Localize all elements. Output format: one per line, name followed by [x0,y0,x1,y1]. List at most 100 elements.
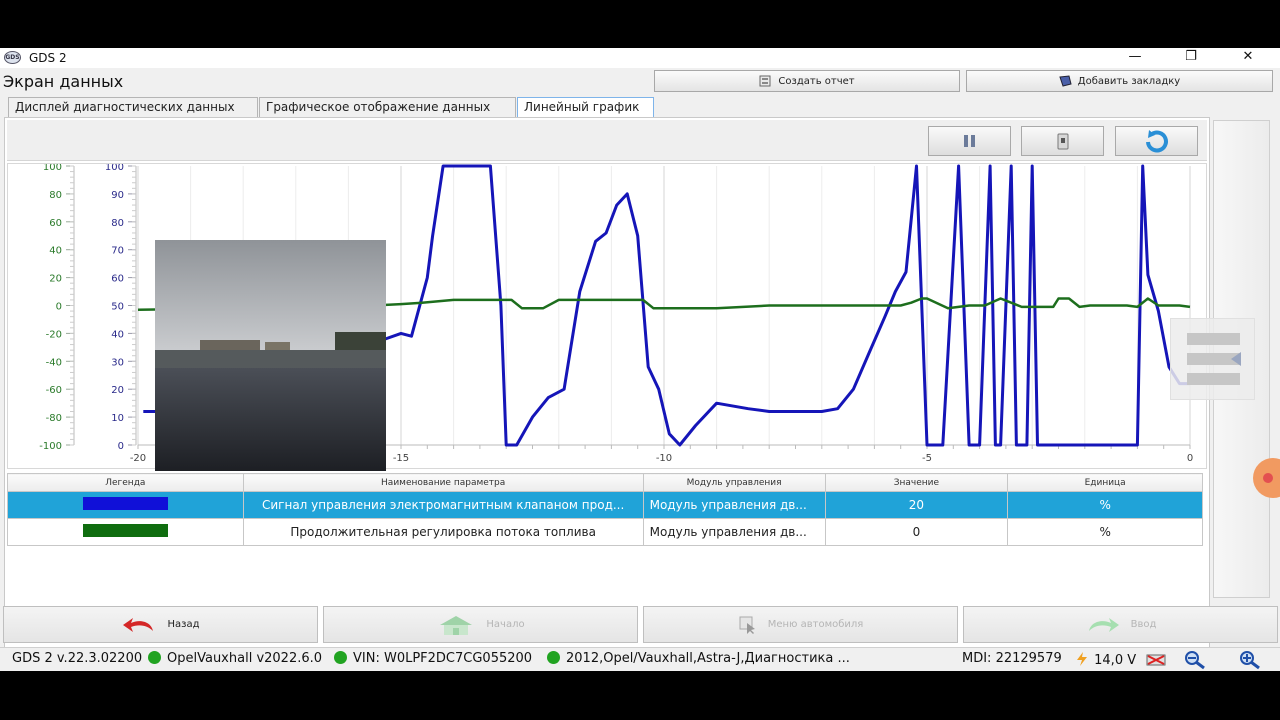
col-header-parameter: Наименование параметра [242,473,644,492]
module-name: Модуль управления дв... [642,518,826,546]
y-axis-blue-tick-label: 10 [111,413,124,424]
home-button[interactable]: Начало [323,606,638,643]
vehicle-description: 2012,Opel/Vauxhall,Astra-J,Диагностика .… [566,651,850,666]
vehicle-menu-label: Меню автомобиля [767,619,864,630]
back-button[interactable]: Назад [3,606,318,643]
menu-cursor-icon [739,616,755,634]
parameter-name: Продолжительная регулировка потока топли… [242,518,644,546]
vin-status: VIN: W0LPF2DC7CG055200 [334,651,532,666]
legend-swatch-blue [82,497,168,510]
graph-toolbar [7,120,1207,161]
legend-cell [7,518,244,546]
zoom-out-icon[interactable] [1183,650,1207,670]
status-ok-icon [148,651,161,664]
y-axis-blue-tick-label: 20 [111,385,124,396]
parameter-value: 20 [824,491,1009,519]
x-axis-tick-label: -10 [656,453,672,464]
title-bar: GDS GDS 2 — ❐ ✕ [0,48,1280,68]
enter-button[interactable]: Ввод [963,606,1278,643]
enter-label: Ввод [1130,619,1157,630]
status-ok-icon [334,651,347,664]
connection-icon[interactable] [1146,653,1166,667]
y-axis-left-tick-label: 40 [49,246,62,257]
col-header-module: Модуль управления [642,473,826,492]
y-axis-blue-tick-label: 60 [111,274,124,285]
parameter-unit: % [1007,491,1203,519]
parameter-value: 0 [824,518,1009,546]
record-button[interactable] [1021,126,1104,156]
y-axis-blue-tick-label: 0 [118,441,124,452]
record-icon [1057,133,1068,150]
add-bookmark-label: Добавить закладку [1077,75,1181,87]
x-axis-tick-label: -20 [130,453,146,464]
y-axis-left-tick-label: -80 [46,413,62,424]
add-bookmark-button[interactable]: Добавить закладку [966,70,1273,92]
tab-line-graph[interactable]: Линейный график [517,97,654,118]
minimize-button[interactable]: — [1112,48,1158,68]
y-axis-left-tick-label: -40 [46,357,62,368]
camera-video-overlay [155,240,386,471]
voltage-status: 14,0 V [1074,651,1136,668]
voltage-value: 14,0 V [1094,653,1137,668]
gds-logo-icon: GDS [4,51,21,64]
refresh-button[interactable] [1115,126,1198,156]
status-ok-icon [547,651,560,664]
y-axis-left-tick-label: 80 [49,190,62,201]
back-label: Назад [167,619,200,630]
vehicle-status: 2012,Opel/Vauxhall,Astra-J,Диагностика .… [547,651,850,666]
opel-version: OpelVauxhall v2022.6.0 [167,651,323,666]
home-icon [440,615,473,635]
parameter-table: Легенда Наименование параметра Модуль уп… [7,473,1203,546]
enter-arrow-icon [1088,617,1119,632]
pause-button[interactable] [928,126,1011,156]
vehicle-menu-button[interactable]: Меню автомобиля [643,606,958,643]
parameter-name: Сигнал управления электромагнитным клапа… [242,491,644,519]
y-axis-left-tick-label: -100 [39,441,62,452]
x-axis-tick-label: -5 [922,453,932,464]
collapse-arrow-icon [1231,352,1241,366]
y-axis-left-tick-label: 60 [49,218,62,229]
side-menu-handle[interactable] [1170,318,1255,400]
col-header-unit: Единица [1007,473,1203,492]
table-row[interactable]: Продолжительная регулировка потока топли… [7,518,1203,546]
close-button[interactable]: ✕ [1225,48,1271,68]
x-axis-tick-label: -15 [393,453,409,464]
parameter-unit: % [1007,518,1203,546]
vin-value: VIN: W0LPF2DC7CG055200 [353,651,533,666]
restore-button[interactable]: ❐ [1168,48,1214,68]
home-label: Начало [486,619,525,630]
legend-cell [7,491,244,519]
legend-swatch-green [82,524,168,537]
screen-title: Экран данных [3,72,124,91]
col-header-legend: Легенда [7,473,244,492]
pause-icon [963,135,975,147]
table-row[interactable]: Сигнал управления электромагнитным клапа… [7,491,1203,519]
tab-diagnostic-data-display[interactable]: Дисплей диагностических данных [8,97,258,117]
y-axis-blue-tick-label: 40 [111,329,124,340]
y-axis-left-tick-label: 20 [49,274,62,285]
app-version: GDS 2 v.22.3.02200 [12,651,143,666]
menu-bar-3 [1187,373,1240,385]
y-axis-blue-tick-label: 50 [111,302,124,313]
lightning-icon [1077,652,1087,666]
y-axis-blue-tick-label: 80 [111,218,124,229]
y-axis-left-tick-label: -20 [46,329,62,340]
y-axis-blue-tick-label: 30 [111,357,124,368]
status-bar: GDS 2 v.22.3.02200 OpelVauxhall v2022.6.… [0,647,1280,671]
app-title: GDS 2 [29,51,67,65]
opel-status: OpelVauxhall v2022.6.0 [148,651,322,666]
x-axis-tick-label: 0 [1187,453,1193,464]
y-axis-left-tick-label: 100 [43,164,62,173]
y-axis-blue-tick-label: 90 [111,190,124,201]
y-axis-blue-tick-label: 70 [111,246,124,257]
col-header-value: Значение [824,473,1009,492]
y-axis-left-tick-label: 0 [56,302,62,313]
tab-graphic-data-display[interactable]: Графическое отображение данных [259,97,516,117]
bookmark-icon [1059,75,1072,87]
refresh-icon [1145,130,1168,153]
module-name: Модуль управления дв... [642,491,826,519]
create-report-label: Создать отчет [778,75,855,87]
menu-bar-1 [1187,333,1240,345]
zoom-in-icon[interactable] [1238,650,1262,670]
create-report-button[interactable]: Создать отчет [654,70,960,92]
